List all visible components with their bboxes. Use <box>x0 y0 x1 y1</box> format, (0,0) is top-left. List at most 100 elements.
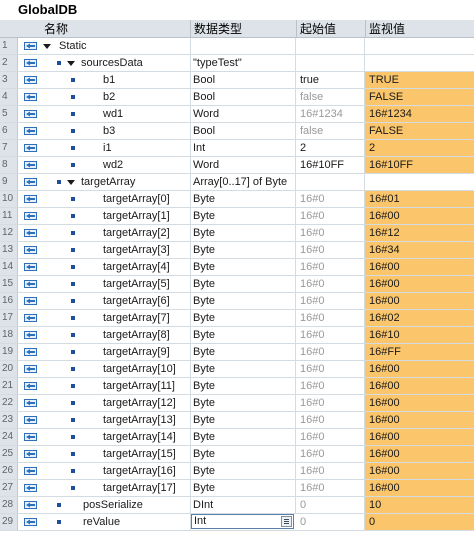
start-value-cell[interactable]: 16#0 <box>296 225 365 241</box>
table-row[interactable]: 10 targetArray[0] Byte 16#0 16#01 <box>0 191 474 208</box>
expand-triangle-icon[interactable] <box>67 61 75 66</box>
start-value-cell[interactable]: 16#0 <box>296 412 365 428</box>
start-value-cell[interactable]: true <box>296 72 365 88</box>
name-cell[interactable]: posSerialize <box>41 497 191 513</box>
expand-triangle-icon[interactable] <box>43 44 51 49</box>
start-value-cell[interactable]: 16#0 <box>296 378 365 394</box>
header-divider[interactable] <box>296 20 297 38</box>
start-value-cell[interactable]: 16#0 <box>296 191 365 207</box>
table-row[interactable]: 3 b1 Bool true TRUE <box>0 72 474 89</box>
type-picker-button[interactable] <box>281 516 292 527</box>
data-type-cell[interactable]: "typeTest" <box>190 55 296 71</box>
data-type-cell[interactable]: Byte <box>190 208 296 224</box>
header-monitor-value[interactable]: 监视值 <box>369 20 405 38</box>
table-row[interactable]: 27 targetArray[17] Byte 16#0 16#00 <box>0 480 474 497</box>
header-name[interactable]: 名称 <box>44 20 68 38</box>
data-type-cell[interactable]: Byte <box>190 480 296 496</box>
start-value-cell[interactable] <box>296 174 365 190</box>
table-row[interactable]: 2 sourcesData "typeTest" <box>0 55 474 72</box>
table-row[interactable]: 19 targetArray[9] Byte 16#0 16#FF <box>0 344 474 361</box>
start-value-cell[interactable]: 16#0 <box>296 276 365 292</box>
name-cell[interactable]: targetArray[16] <box>41 463 191 479</box>
start-value-cell[interactable]: 16#0 <box>296 361 365 377</box>
table-row[interactable]: 25 targetArray[15] Byte 16#0 16#00 <box>0 446 474 463</box>
name-cell[interactable]: targetArray[2] <box>41 225 191 241</box>
name-cell[interactable]: i1 <box>41 140 191 156</box>
name-cell[interactable]: reValue <box>41 514 191 530</box>
data-type-cell[interactable]: Byte <box>190 327 296 343</box>
table-row[interactable]: 11 targetArray[1] Byte 16#0 16#00 <box>0 208 474 225</box>
table-row[interactable]: 9 targetArray Array[0..17] of Byte <box>0 174 474 191</box>
data-type-cell[interactable]: Byte <box>190 259 296 275</box>
name-cell[interactable]: targetArray[5] <box>41 276 191 292</box>
header-divider[interactable] <box>365 20 366 38</box>
start-value-cell[interactable]: 16#0 <box>296 463 365 479</box>
table-row[interactable]: 23 targetArray[13] Byte 16#0 16#00 <box>0 412 474 429</box>
data-type-cell[interactable]: Byte <box>190 293 296 309</box>
data-type-cell[interactable]: Byte <box>190 361 296 377</box>
table-row[interactable]: 14 targetArray[4] Byte 16#0 16#00 <box>0 259 474 276</box>
start-value-cell[interactable]: 16#0 <box>296 208 365 224</box>
name-cell[interactable]: b2 <box>41 89 191 105</box>
start-value-cell[interactable]: 2 <box>296 140 365 156</box>
name-cell[interactable]: wd1 <box>41 106 191 122</box>
start-value-cell[interactable]: 16#0 <box>296 395 365 411</box>
name-cell[interactable]: b1 <box>41 72 191 88</box>
data-type-cell[interactable]: Word <box>190 157 296 173</box>
name-cell[interactable]: sourcesData <box>41 55 191 71</box>
table-row[interactable]: 16 targetArray[6] Byte 16#0 16#00 <box>0 293 474 310</box>
start-value-cell[interactable]: 16#0 <box>296 259 365 275</box>
start-value-cell[interactable]: 16#0 <box>296 429 365 445</box>
name-cell[interactable]: targetArray[9] <box>41 344 191 360</box>
data-type-cell[interactable]: Int <box>190 140 296 156</box>
name-cell[interactable]: targetArray[11] <box>41 378 191 394</box>
start-value-cell[interactable]: 16#0 <box>296 242 365 258</box>
table-row[interactable]: 7 i1 Int 2 2 <box>0 140 474 157</box>
start-value-cell[interactable]: 16#0 <box>296 327 365 343</box>
data-type-cell[interactable]: Byte <box>190 344 296 360</box>
data-type-cell[interactable]: Byte <box>190 225 296 241</box>
data-type-cell[interactable]: Byte <box>190 463 296 479</box>
start-value-cell[interactable]: 16#0 <box>296 480 365 496</box>
table-row[interactable]: 8 wd2 Word 16#10FF 16#10FF <box>0 157 474 174</box>
name-cell[interactable]: b3 <box>41 123 191 139</box>
name-cell[interactable]: targetArray[3] <box>41 242 191 258</box>
start-value-cell[interactable]: 16#0 <box>296 446 365 462</box>
start-value-cell[interactable]: 16#0 <box>296 310 365 326</box>
name-cell[interactable]: targetArray[7] <box>41 310 191 326</box>
name-cell[interactable]: targetArray[15] <box>41 446 191 462</box>
table-row[interactable]: 20 targetArray[10] Byte 16#0 16#00 <box>0 361 474 378</box>
table-row[interactable]: 1 Static <box>0 38 474 55</box>
start-value-cell[interactable]: 0 <box>296 497 365 513</box>
start-value-cell[interactable] <box>296 55 365 71</box>
name-cell[interactable]: targetArray[8] <box>41 327 191 343</box>
table-row[interactable]: 26 targetArray[16] Byte 16#0 16#00 <box>0 463 474 480</box>
name-cell[interactable]: targetArray[6] <box>41 293 191 309</box>
data-type-cell[interactable]: Byte <box>190 242 296 258</box>
data-type-cell[interactable]: Byte <box>190 412 296 428</box>
data-type-cell[interactable]: Bool <box>190 72 296 88</box>
type-edit-field[interactable]: Int <box>191 514 294 529</box>
data-type-cell[interactable]: Byte <box>190 395 296 411</box>
start-value-cell[interactable]: false <box>296 123 365 139</box>
data-type-cell[interactable]: Byte <box>190 429 296 445</box>
expand-triangle-icon[interactable] <box>67 180 75 185</box>
name-cell[interactable]: targetArray[12] <box>41 395 191 411</box>
table-row[interactable]: 13 targetArray[3] Byte 16#0 16#34 <box>0 242 474 259</box>
data-type-cell[interactable]: Byte <box>190 276 296 292</box>
table-row[interactable]: 12 targetArray[2] Byte 16#0 16#12 <box>0 225 474 242</box>
table-row[interactable]: 18 targetArray[8] Byte 16#0 16#10 <box>0 327 474 344</box>
start-value-cell[interactable]: false <box>296 89 365 105</box>
table-row[interactable]: 24 targetArray[14] Byte 16#0 16#00 <box>0 429 474 446</box>
name-cell[interactable]: targetArray[17] <box>41 480 191 496</box>
table-row[interactable]: 15 targetArray[5] Byte 16#0 16#00 <box>0 276 474 293</box>
start-value-cell[interactable]: 16#0 <box>296 344 365 360</box>
name-cell[interactable]: targetArray[4] <box>41 259 191 275</box>
table-row[interactable]: 6 b3 Bool false FALSE <box>0 123 474 140</box>
table-row[interactable]: 29 reValue Int 0 0 <box>0 514 474 531</box>
header-start-value[interactable]: 起始值 <box>300 20 336 38</box>
header-divider[interactable] <box>190 20 191 38</box>
start-value-cell[interactable]: 0 <box>296 514 365 530</box>
table-row[interactable]: 21 targetArray[11] Byte 16#0 16#00 <box>0 378 474 395</box>
name-cell[interactable]: targetArray[14] <box>41 429 191 445</box>
